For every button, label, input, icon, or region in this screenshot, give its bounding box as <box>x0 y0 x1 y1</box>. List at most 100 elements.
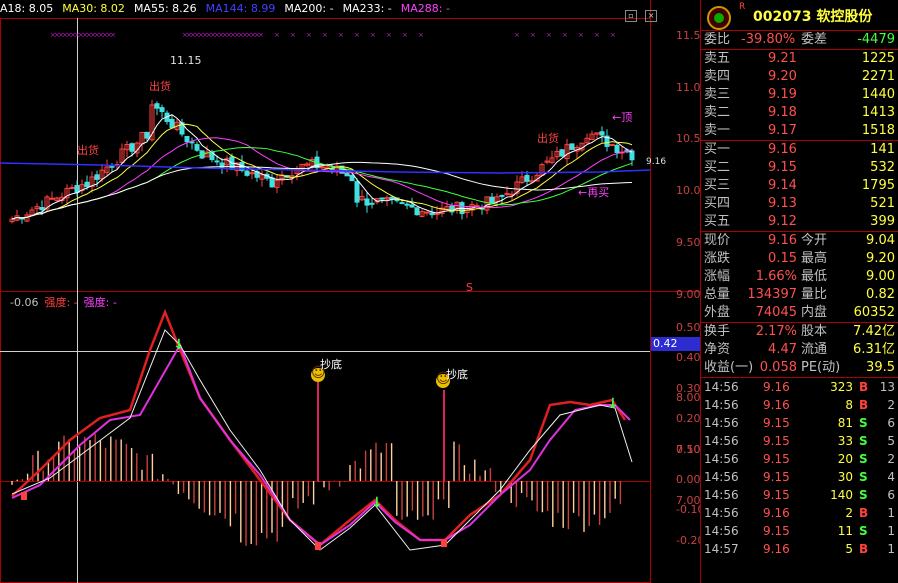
indicator-axis-tick: 0.40 <box>676 351 701 365</box>
stat-label: 外盘 <box>704 305 731 320</box>
candle-body <box>319 166 325 169</box>
close-icon[interactable]: × <box>645 10 658 22</box>
indicator-legend-item: 强度: - <box>83 296 117 309</box>
candle-body <box>364 198 370 206</box>
stock-title[interactable]: 002073 软控股份 <box>753 6 872 26</box>
order-level-label: 卖三 <box>704 87 731 102</box>
buys-row: 买二 9.15 532 <box>701 159 898 177</box>
order-level-label: 买二 <box>704 160 731 175</box>
stat-label: 现价 <box>704 233 731 248</box>
stat-row: 总量 134397 量比 0.82 <box>701 286 898 304</box>
candle-body <box>569 143 575 150</box>
candle-body <box>269 177 275 188</box>
tick-count: 4 <box>887 470 895 484</box>
candle-body <box>49 197 55 200</box>
tick-volume: 5 <box>845 542 853 556</box>
candle-body <box>249 172 255 175</box>
indicator-value-box: 0.42 <box>651 337 701 351</box>
candle-body <box>614 144 620 154</box>
tick-time: 14:56 <box>704 398 739 412</box>
tick-direction: B <box>859 380 869 394</box>
stat-value: 74045 <box>755 305 797 320</box>
candle-body <box>109 165 115 168</box>
signal-marker: × <box>610 31 616 39</box>
candle-body <box>429 212 435 216</box>
signal-marker: × <box>258 31 264 39</box>
sell-signal-label: 出货 <box>77 144 99 157</box>
restore-icon[interactable]: ▫ <box>625 10 637 22</box>
candle-body <box>214 160 220 163</box>
tick-time: 14:56 <box>704 380 739 394</box>
ma-legend-item: MA288: - <box>400 2 450 15</box>
stat-label: 换手 <box>704 324 731 339</box>
app-logo-icon <box>707 6 731 30</box>
candle-body <box>609 143 615 146</box>
order-volume: 1440 <box>861 87 895 102</box>
tick-price: 9.16 <box>763 380 790 394</box>
tick-row: 14:57 9.16 5 B 1 <box>701 540 898 558</box>
tick-row: 14:56 9.15 11 S 1 <box>701 522 898 540</box>
candle-body <box>599 131 605 136</box>
stat-label: 今开 <box>801 233 828 248</box>
tick-volume: 81 <box>837 416 853 430</box>
tick-volume: 30 <box>837 470 853 484</box>
tick-direction: B <box>859 542 869 556</box>
stat-value: 0.15 <box>768 251 797 266</box>
candle-body <box>369 202 375 205</box>
candle-body <box>39 206 45 211</box>
stat-value: 60352 <box>853 305 895 320</box>
order-price: 9.14 <box>768 178 797 193</box>
tick-volume: 20 <box>837 452 853 466</box>
order-volume: 532 <box>870 160 895 175</box>
stat-value: 9.00 <box>866 269 895 284</box>
candle-body <box>559 149 565 157</box>
signal-marker: × <box>418 31 424 39</box>
tick-time: 14:56 <box>704 452 739 466</box>
stat-label: 量比 <box>801 287 828 302</box>
chart-canvas[interactable]: ×××××××××××××××× ×××××××××××××××××××× × × × ×… <box>0 0 700 583</box>
order-level-label: 卖一 <box>704 123 731 138</box>
candle-body <box>504 192 510 195</box>
order-price: 9.15 <box>768 160 797 175</box>
stat-label: 涨幅 <box>704 269 731 284</box>
bottom-buy-label: 抄底 <box>320 358 342 371</box>
tick-list[interactable]: 14:56 9.16 323 B 13 14:56 9.16 8 B 2 14:56 9.15 81 S 6… <box>701 378 898 558</box>
tick-count: 1 <box>887 542 895 556</box>
order-volume: 399 <box>870 214 895 229</box>
stat-row: 现价 9.16 今开 9.04 <box>701 232 898 250</box>
order-level-label: 买四 <box>704 196 731 211</box>
sell-orders: 卖五 9.21 1225 卖四 9.20 2271 卖三 9.19 1440 卖二 9.18 1413… <box>701 50 898 141</box>
stat-row: 涨跌 0.15 最高 9.20 <box>701 250 898 268</box>
candle-body <box>424 211 430 214</box>
price-axis-tick: 9.50 <box>676 235 701 249</box>
order-price: 9.17 <box>768 123 797 138</box>
stat-label: 涨跌 <box>704 251 731 266</box>
order-level-label: 买五 <box>704 214 731 229</box>
ma-legend-item: MA30: 8.02 <box>62 2 125 15</box>
tick-count: 6 <box>887 488 895 502</box>
stat-value: 1.66% <box>755 269 797 284</box>
tick-count: 1 <box>887 524 895 538</box>
tick-direction: S <box>859 524 868 538</box>
indicator-legend-item: 强度: - <box>44 296 78 309</box>
kline-chart-area[interactable]: × × × × × × × × × × × × × × × × × × × × × × × × × × × × × × × × × × × × × × × ×… <box>0 0 708 583</box>
tick-volume: 323 <box>830 380 853 394</box>
tick-direction: S <box>859 434 868 448</box>
tick-price: 9.15 <box>763 434 790 448</box>
tick-price: 9.15 <box>763 416 790 430</box>
tick-row: 14:56 9.16 323 B 13 <box>701 378 898 396</box>
candle-body <box>379 197 385 200</box>
order-level-label: 卖五 <box>704 51 731 66</box>
order-ratio-row: 委比 -39.80% 委差 -4479 <box>701 31 898 50</box>
indicator-axis-tick: 0.50 <box>676 321 701 334</box>
tick-count: 13 <box>879 380 895 394</box>
tick-price: 9.16 <box>763 506 790 520</box>
tick-count: 2 <box>887 452 895 466</box>
order-price: 9.18 <box>768 105 797 120</box>
signal-marker: × <box>322 31 328 39</box>
stat-row: 外盘 74045 内盘 60352 <box>701 304 898 322</box>
stat-label: 净资 <box>704 342 731 357</box>
order-diff-label: 委差 <box>801 32 828 47</box>
tick-count: 5 <box>887 434 895 448</box>
ma-legend: A18: 8.05 MA30: 8.02 MA55: 8.26 MA144: 8.99… <box>0 2 459 18</box>
